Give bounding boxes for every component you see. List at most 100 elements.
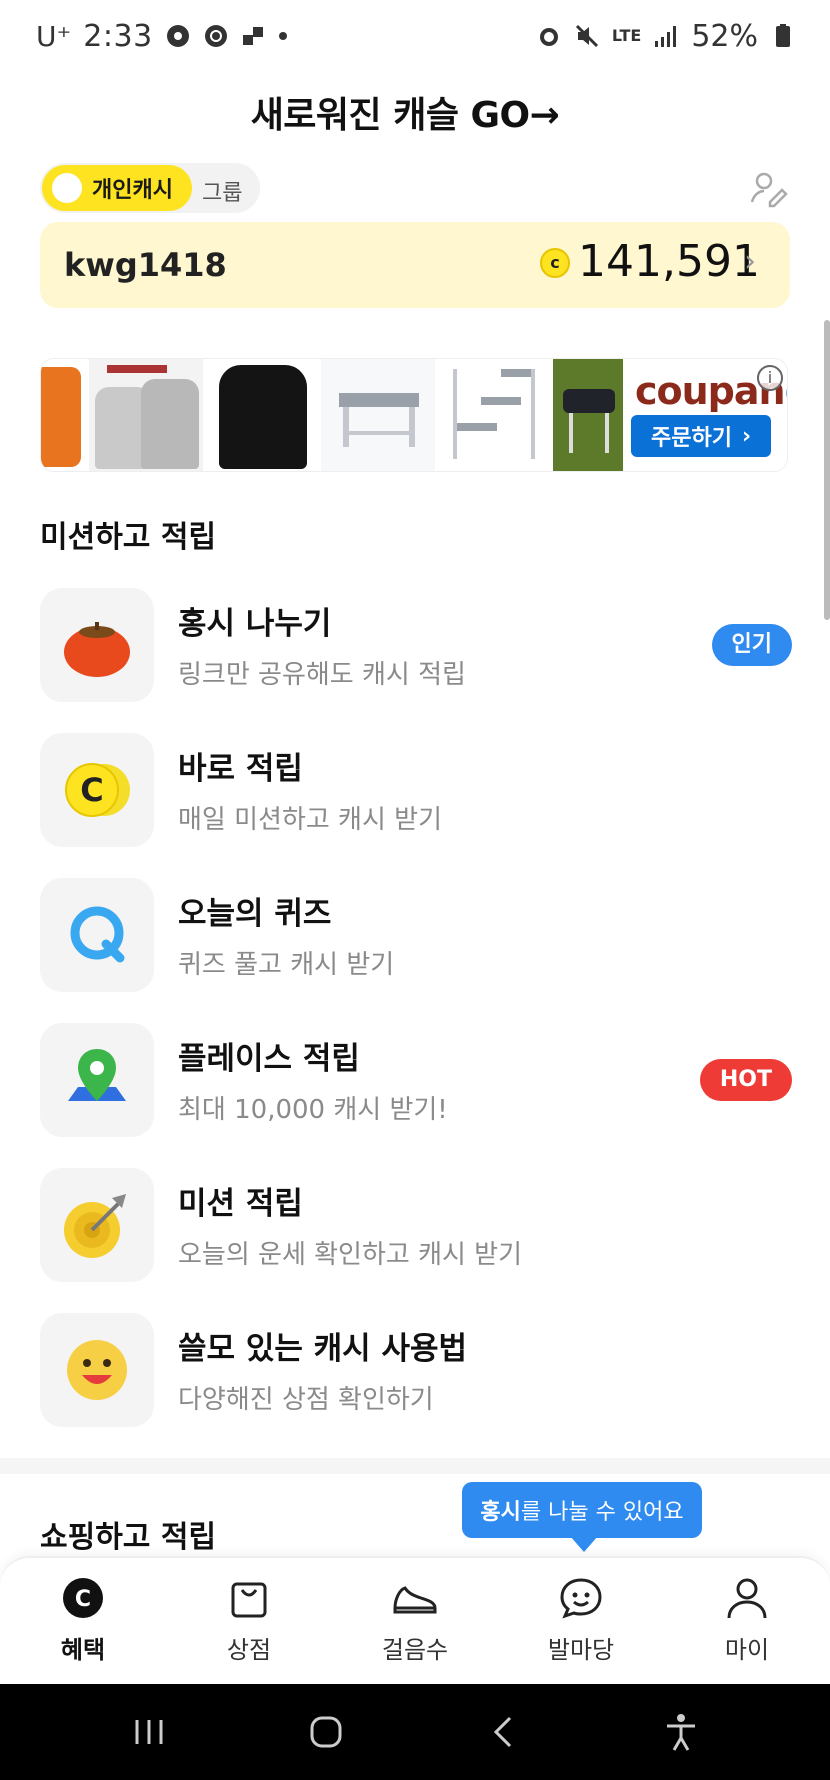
balance-card[interactable]: kwg1418 c 141,591 › (40, 222, 790, 308)
clock: 2:33 (83, 18, 153, 54)
toggle-personal-label: 개인캐시 (92, 178, 173, 203)
mute-icon (575, 24, 598, 48)
person-icon (727, 1578, 767, 1619)
status-right: LTE 52% (536, 19, 796, 54)
mission-item-instant-cash[interactable]: C 바로 적립 매일 미션하고 캐시 받기 (40, 733, 792, 849)
svg-text:C: C (80, 771, 103, 809)
toggle-knob (52, 173, 82, 203)
nav-store[interactable]: 상점 (179, 1574, 319, 1684)
mission-icon-box (40, 1168, 154, 1282)
ad-product-step-stool (321, 359, 437, 471)
tooltip-bold-text: 홍시 (480, 1500, 521, 1525)
chat-smile-icon (560, 1578, 602, 1619)
mission-item-cash-guide[interactable]: 쓸모 있는 캐시 사용법 다양해진 상점 확인하기 (40, 1313, 792, 1429)
coin-icon: c (540, 248, 570, 278)
ad-info-icon[interactable]: i (757, 365, 783, 391)
mission-icon-box: C (40, 733, 154, 847)
ad-product-gray-hoodies (89, 359, 205, 471)
mission-title: 플레이스 적립 (178, 1041, 360, 1077)
nav-label: 발마당 (547, 1636, 615, 1664)
benefit-c-icon: C (63, 1578, 103, 1618)
mission-item-share-persimmon[interactable]: 홍시 나누기 링크만 공유해도 캐시 적립 인기 (40, 588, 792, 704)
mission-title: 미션 적립 (178, 1186, 303, 1222)
alarm-icon (539, 28, 558, 46)
shopping-bag-icon (231, 1582, 267, 1618)
toggle-personal-cash[interactable]: 개인캐시 (42, 165, 192, 211)
nav-community[interactable]: 발마당 (511, 1574, 651, 1684)
back-icon[interactable] (482, 1710, 526, 1754)
ad-product-step-ladder (437, 359, 553, 471)
map-pin-icon (68, 1049, 126, 1101)
mission-subtitle: 최대 10,000 캐시 받기! (178, 1095, 448, 1125)
quiz-q-icon (70, 906, 125, 963)
ad-product-black-hoodie (205, 359, 321, 471)
mission-subtitle: 다양해진 상점 확인하기 (178, 1385, 434, 1415)
battery-icon (776, 24, 790, 47)
mission-title: 바로 적립 (178, 751, 303, 787)
mission-title: 쓸모 있는 캐시 사용법 (178, 1331, 468, 1367)
nav-label: 혜택 (60, 1636, 106, 1664)
shopping-section-title: 쇼핑하고 적립 (40, 1520, 217, 1555)
carrier-label: U⁺ (36, 19, 72, 53)
battery-percent: 52% (691, 18, 758, 54)
coin-c-icon: C (65, 763, 130, 817)
mission-item-place-cash[interactable]: 플레이스 적립 최대 10,000 캐시 받기! HOT (40, 1023, 792, 1139)
status-bar: U⁺ 2:33 LTE 52% (0, 0, 830, 72)
section-divider (0, 1458, 830, 1474)
balance-amount: 141,591 (578, 236, 760, 287)
mission-title: 홍시 나누기 (178, 606, 332, 642)
signal-icon (655, 26, 677, 47)
status-left: U⁺ 2:33 (36, 19, 287, 54)
user-id: kwg1418 (64, 246, 227, 284)
ad-order-label: 주문하기 (650, 426, 732, 451)
scroll-indicator (824, 320, 830, 620)
mission-subtitle: 오늘의 운세 확인하고 캐시 받기 (178, 1240, 523, 1270)
home-icon[interactable] (304, 1710, 348, 1754)
popular-badge: 인기 (711, 624, 792, 666)
mission-section-title: 미션하고 적립 (40, 520, 217, 555)
toggle-group-label[interactable]: 그룹 (202, 175, 242, 207)
system-nav-bar (0, 1684, 830, 1780)
page-title[interactable]: 새로워진 캐슬 GO→ (0, 86, 810, 138)
nav-benefits[interactable]: C 혜택 (13, 1574, 153, 1684)
share-persimmon-tooltip[interactable]: 홍시 를 나눌 수 있어요 (462, 1482, 702, 1538)
mission-icon-box (40, 1313, 154, 1427)
chevron-right-icon: › (744, 244, 756, 279)
nav-label: 마이 (724, 1636, 770, 1664)
aperture-icon (166, 25, 189, 47)
mission-subtitle: 퀴즈 풀고 캐시 받기 (178, 950, 395, 980)
mission-subtitle: 링크만 공유해도 캐시 적립 (178, 660, 466, 690)
ad-product-outdoor-stool (553, 359, 625, 471)
mission-title: 오늘의 퀴즈 (178, 896, 332, 932)
tooltip-arrow (570, 1536, 598, 1552)
smiley-icon (67, 1340, 127, 1400)
nav-label: 상점 (226, 1636, 272, 1664)
mission-subtitle: 매일 미션하고 캐시 받기 (178, 805, 442, 835)
nav-steps[interactable]: 걸음수 (345, 1574, 485, 1684)
bottom-nav: C 혜택 상점 걸음수 발마당 마이 (0, 1556, 830, 1684)
chevron-right-icon: › (741, 423, 752, 449)
more-notifications-dot (278, 32, 287, 40)
accessibility-icon[interactable] (659, 1710, 703, 1754)
nav-label: 걸음수 (381, 1636, 449, 1664)
hot-badge: HOT (699, 1059, 792, 1101)
coupang-ad-banner[interactable]: coupang 주문하기 › i (40, 358, 788, 472)
profile-edit-icon[interactable] (748, 168, 790, 210)
target-icon (64, 1194, 126, 1258)
mission-item-mission-cash[interactable]: 미션 적립 오늘의 운세 확인하고 캐시 받기 (40, 1168, 792, 1284)
mission-item-daily-quiz[interactable]: 오늘의 퀴즈 퀴즈 풀고 캐시 받기 (40, 878, 792, 994)
network-type: LTE (611, 26, 642, 45)
tooltip-text: 를 나눌 수 있어요 (520, 1500, 684, 1525)
mission-icon-box (40, 1023, 154, 1137)
recent-apps-icon[interactable] (127, 1710, 171, 1754)
persimmon-icon (64, 622, 130, 677)
ad-brand-area: coupang 주문하기 › i (625, 359, 787, 471)
svg-text:C: C (75, 1587, 91, 1612)
gear-icon (204, 25, 227, 47)
sneaker-icon (393, 1586, 437, 1614)
cash-type-toggle[interactable]: 개인캐시 그룹 (40, 163, 260, 213)
nav-my[interactable]: 마이 (677, 1574, 817, 1684)
mission-icon-box (40, 588, 154, 702)
ad-product-orange-hoodie (41, 359, 89, 471)
ad-order-button[interactable]: 주문하기 › (631, 415, 771, 457)
